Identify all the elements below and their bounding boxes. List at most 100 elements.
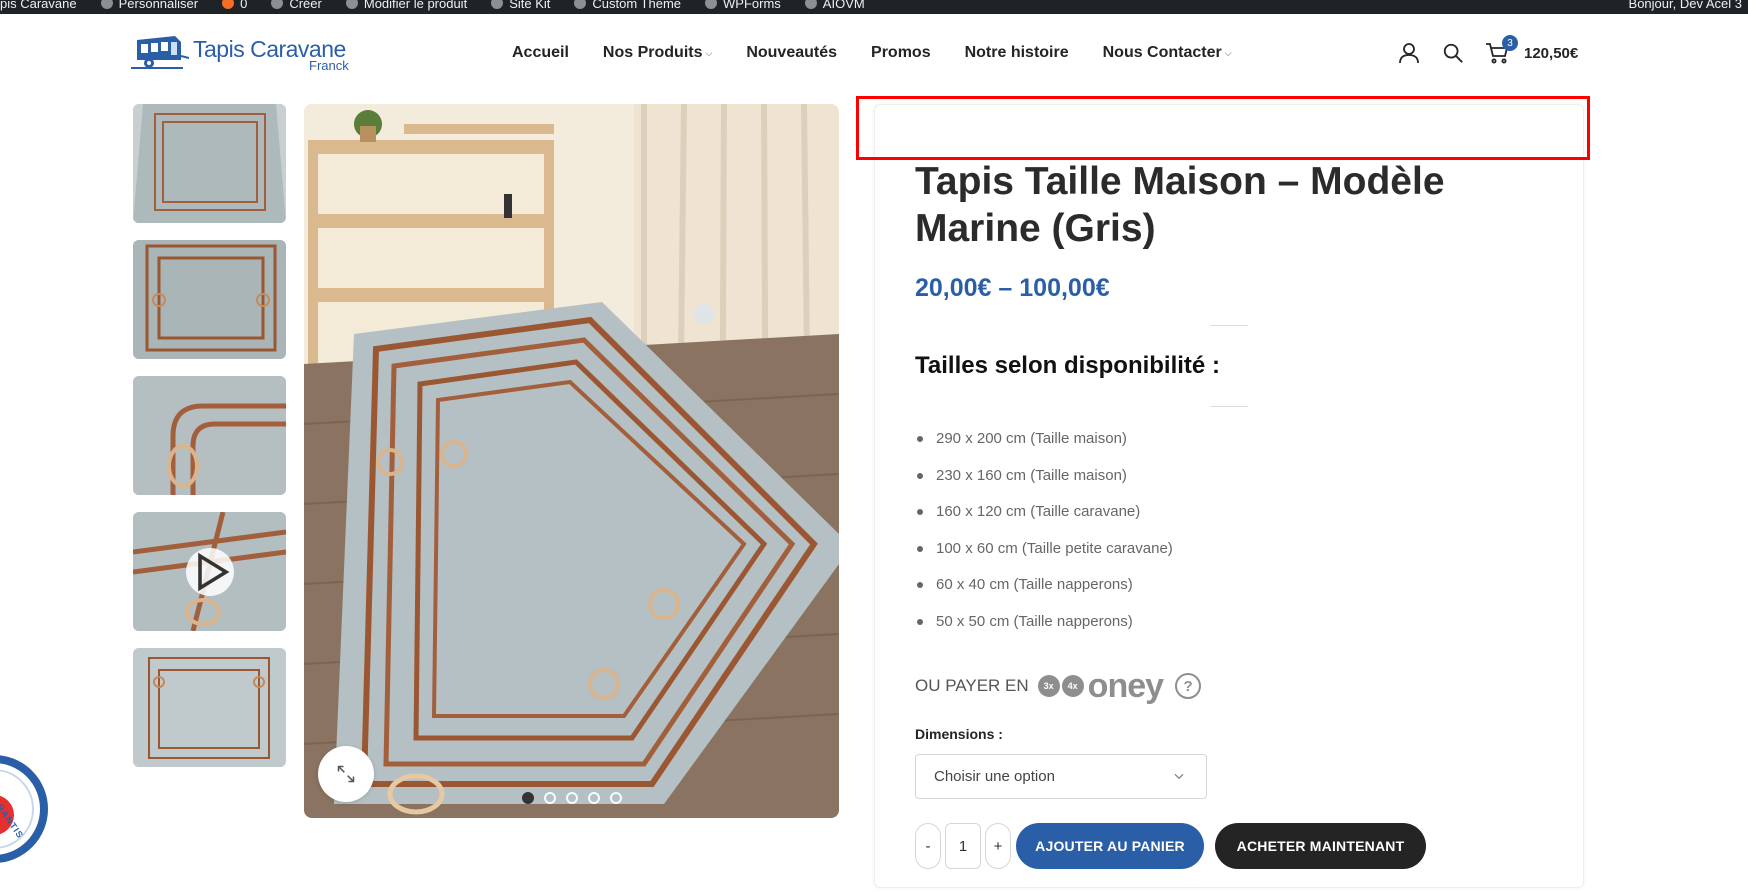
main-nav: Accueil Nos Produits ⌵ Nouveautés Promos Notr… — [512, 44, 1266, 62]
admin-bar-icon — [271, 0, 284, 9]
oney-3x-pill: 3x — [1037, 675, 1060, 697]
search-icon — [1443, 43, 1463, 63]
oney-help-icon[interactable]: ? — [1175, 673, 1202, 699]
admin-bar-item[interactable]: Site Kit — [491, 0, 550, 11]
admin-bar-item[interactable]: WPForms — [705, 0, 781, 11]
nav-item-3[interactable]: Promos — [871, 44, 931, 62]
product-price: 20,00€ – 100,00€ — [915, 274, 1110, 302]
qty-input[interactable]: 1 — [945, 823, 981, 869]
divider — [1210, 406, 1248, 407]
chevron-down-icon: ⌵ — [705, 47, 713, 58]
admin-bar-item-label: pis Caravane — [0, 0, 77, 11]
nav-item-4[interactable]: Notre histoire — [965, 44, 1069, 62]
rug-photo — [304, 104, 839, 818]
qty-plus-button[interactable]: + — [985, 823, 1011, 869]
play-icon — [197, 552, 229, 591]
cart-count-badge: 3 — [1502, 35, 1518, 51]
carousel-dot[interactable] — [522, 792, 534, 804]
admin-bar-item[interactable]: Créer — [271, 0, 322, 11]
nav-item-2[interactable]: Nouveautés — [746, 44, 837, 62]
chevron-down-icon — [1174, 773, 1184, 780]
size-list-item: 290 x 200 cm (Taille maison) — [915, 430, 1173, 467]
thumbnail-2[interactable] — [133, 240, 286, 359]
main-product-image[interactable] — [304, 104, 839, 818]
size-label: 100 x 60 cm (Taille petite caravane) — [936, 539, 1173, 557]
guarantee-badge[interactable]: S GARANTIS — [0, 755, 48, 863]
product-title: Tapis Taille Maison – Modèle Marine (Gri… — [915, 160, 1445, 250]
cart-total[interactable]: 120,50€ — [1524, 45, 1578, 62]
size-list-item: 100 x 60 cm (Taille petite caravane) — [915, 540, 1173, 577]
dimensions-label: Dimensions : — [915, 726, 1003, 742]
nav-item-5[interactable]: Nous Contacter ⌵ — [1103, 44, 1232, 62]
logo-sub: Franck — [309, 58, 349, 73]
admin-bar-item[interactable]: 0 — [222, 0, 247, 11]
admin-bar-item-label: WPForms — [723, 0, 781, 11]
admin-bar-icon — [705, 0, 718, 9]
user-icon — [1399, 43, 1419, 64]
divider — [1210, 325, 1248, 326]
carousel-dot[interactable] — [588, 792, 600, 804]
admin-bar-item[interactable]: pis Caravane — [0, 0, 77, 11]
bullet-icon — [917, 436, 923, 442]
chevron-down-icon: ⌵ — [1224, 47, 1232, 58]
buy-now-button[interactable]: ACHETER MAINTENANT — [1215, 823, 1426, 869]
bullet-icon — [917, 618, 923, 625]
admin-bar: pis Caravane Personnaliser 0 Créer Modifier … — [0, 0, 1748, 14]
gallery-thumbnails — [133, 104, 286, 784]
rug-thumbnail-image — [133, 376, 286, 495]
admin-bar-icon — [491, 0, 504, 9]
nav-item-1[interactable]: Nos Produits ⌵ — [603, 44, 712, 62]
add-to-cart-button[interactable]: AJOUTER AU PANIER — [1016, 823, 1204, 869]
thumbnail-1[interactable] — [133, 104, 286, 223]
thumbnail-video[interactable] — [133, 512, 286, 631]
nav-item-label: Promos — [871, 44, 931, 61]
site-logo[interactable]: Tapis Caravane Franck — [131, 32, 361, 78]
oney-4x-pill: 4x — [1061, 675, 1084, 697]
admin-greeting[interactable]: Bonjour, Dev Acel 3 — [1629, 0, 1742, 12]
size-list-item: 60 x 40 cm (Taille napperons) — [915, 576, 1173, 613]
admin-bar-icon — [574, 0, 587, 9]
admin-bar-item[interactable]: Personnaliser — [100, 0, 199, 11]
nav-item-label: Notre histoire — [964, 44, 1069, 61]
thumbnail-5[interactable] — [133, 648, 286, 767]
admin-bar-icon — [345, 0, 358, 9]
bullet-icon — [917, 582, 923, 589]
play-video-button[interactable] — [185, 547, 234, 596]
rug-thumbnail-image — [133, 648, 286, 767]
size-label: 290 x 200 cm (Taille maison) — [936, 430, 1127, 447]
dimensions-select[interactable]: Choisir une option — [915, 754, 1207, 799]
admin-bar-item-label: Personnaliser — [118, 0, 199, 11]
rug-thumbnail-image — [133, 240, 286, 359]
thumbnail-3[interactable] — [133, 376, 286, 495]
admin-bar-item[interactable]: Custom Theme — [574, 0, 681, 11]
carousel-dot[interactable] — [566, 792, 578, 804]
site-header: Tapis Caravane Franck Accueil Nos Produit… — [0, 14, 1748, 90]
nav-item-label: Nos Produits — [602, 44, 703, 61]
caravan-logo-icon — [131, 36, 189, 69]
admin-bar-icon — [222, 0, 235, 9]
sizes-list: 290 x 200 cm (Taille maison) 230 x 160 cm… — [915, 430, 1173, 650]
size-list-item: 50 x 50 cm (Taille napperons) — [915, 613, 1173, 650]
qty-minus-button[interactable]: - — [915, 823, 941, 869]
oney-label: OU PAYER EN — [915, 676, 1029, 695]
carousel-dot[interactable] — [544, 792, 556, 804]
rug-thumbnail-image — [133, 104, 286, 223]
select-placeholder: Choisir une option — [934, 768, 1055, 785]
size-list-item: 160 x 120 cm (Taille caravane) — [915, 503, 1173, 540]
admin-bar-icon — [804, 0, 817, 9]
nav-item-0[interactable]: Accueil — [512, 44, 569, 62]
admin-bar-item[interactable]: Modifier le produit — [345, 0, 467, 11]
admin-bar-item[interactable]: AIOVM — [804, 0, 865, 11]
size-list-item: 230 x 160 cm (Taille maison) — [915, 467, 1173, 504]
search-button[interactable] — [1438, 38, 1468, 68]
admin-bar-item-label: 0 — [240, 0, 248, 11]
admin-bar-item-label: Custom Theme — [592, 0, 682, 11]
bullet-icon — [917, 509, 923, 516]
sizes-heading: Tailles selon disponibilité : — [915, 352, 1220, 379]
cart-button[interactable]: 3 — [1482, 35, 1518, 68]
zoom-button[interactable] — [318, 746, 374, 802]
account-button[interactable] — [1394, 38, 1424, 68]
carousel-dot[interactable] — [610, 792, 622, 804]
nav-item-label: Nouveautés — [746, 44, 838, 61]
admin-bar-icon — [100, 0, 113, 9]
